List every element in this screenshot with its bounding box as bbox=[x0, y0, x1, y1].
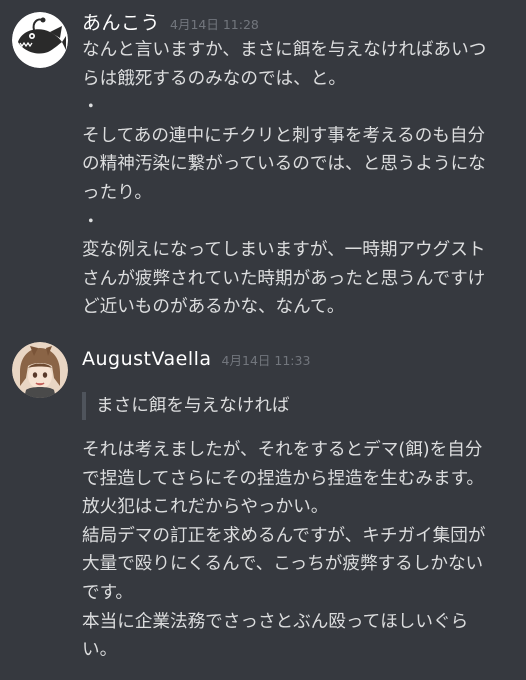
message-line: それは考えましたが、それをするとデマ(餌)を自分 bbox=[82, 440, 483, 460]
message-line: 大量で殴りにくるんで、こっちが疲弊するしかない bbox=[82, 554, 484, 575]
message-line: ・ bbox=[82, 211, 100, 232]
message-line: 放火犯はこれだからやっかい。 bbox=[82, 497, 329, 518]
message-line: なんと言いますか、まさに餌を与えなければあいつ bbox=[82, 40, 487, 60]
quote-block: まさに餌を与えなければ bbox=[82, 392, 518, 420]
message-line: い。 bbox=[82, 640, 118, 661]
message-line: さんが疲弊されていた時期があったと思うんですけ bbox=[82, 268, 486, 289]
message-header: あんこう 4月14日 11:28 bbox=[82, 8, 259, 35]
anime-character-avatar-icon[interactable] bbox=[12, 342, 68, 398]
message-line: ったり。 bbox=[82, 182, 153, 203]
message-line: ど近いものがあるかな、なんて。 bbox=[82, 297, 345, 318]
timestamp: 4月14日 11:28 bbox=[170, 17, 259, 32]
message-group: AugustVaella 4月14日 11:33 まさに餌を与えなければ それは… bbox=[0, 340, 526, 680]
message-line: で捏造してさらにその捏造から捏造を生むみます。 bbox=[82, 468, 485, 489]
message-line: の精神汚染に繋がっているのでは、と思うようにな bbox=[82, 154, 486, 175]
message-group: あんこう 4月14日 11:28 なんと言いますか、まさに餌を与えなければあいつ… bbox=[0, 6, 526, 336]
message-header: AugustVaella 4月14日 11:33 bbox=[82, 348, 310, 370]
anglerfish-avatar-icon[interactable] bbox=[12, 12, 68, 68]
message-line: ・ bbox=[82, 97, 100, 118]
timestamp: 4月14日 11:33 bbox=[221, 353, 311, 368]
message-line: 本当に企業法務でさっさとぶん殴ってほしいぐら bbox=[82, 611, 469, 632]
message-line: です。 bbox=[82, 582, 134, 603]
message-content: それは考えましたが、それをするとデマ(餌)を自分 で捏造してさらにその捏造から捏… bbox=[82, 436, 518, 665]
message-content: なんと言いますか、まさに餌を与えなければあいつ らは餓死するのみなのでは、と。 … bbox=[82, 36, 518, 322]
message-line: 結局デマの訂正を求めるんですが、キチガイ集団が bbox=[82, 525, 486, 546]
username[interactable]: あんこう bbox=[82, 8, 160, 35]
message-line: そしてあの連中にチクリと刺す事を考えるのも自分 bbox=[82, 125, 486, 146]
username[interactable]: AugustVaella bbox=[82, 348, 212, 370]
message-line: 変な例えになってしまいますが、一時期アウグスト bbox=[82, 240, 486, 261]
chat-messages: あんこう 4月14日 11:28 なんと言いますか、まさに餌を与えなければあいつ… bbox=[0, 0, 526, 680]
quote-text: まさに餌を与えなければ bbox=[96, 396, 290, 416]
message-line: らは餓死するのみなのでは、と。 bbox=[82, 68, 346, 89]
